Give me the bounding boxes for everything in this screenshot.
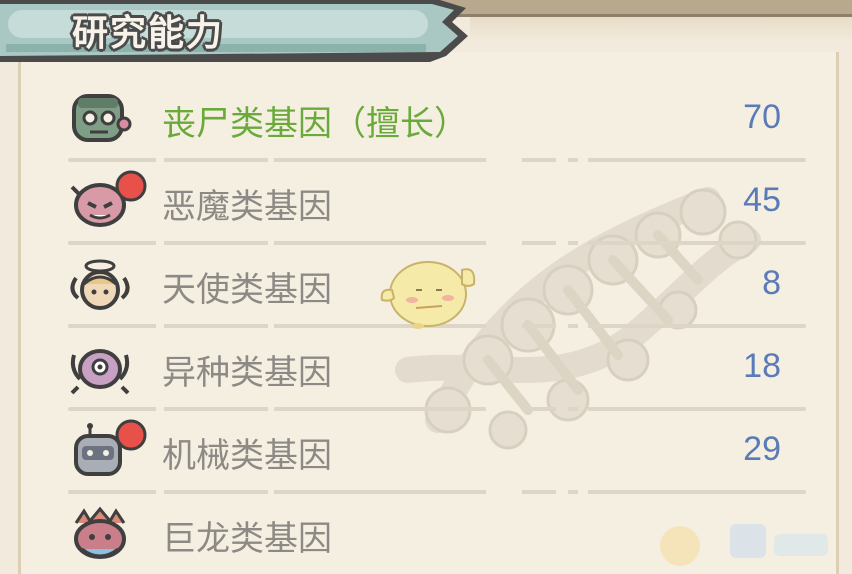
gene-label: 机械类基因 xyxy=(162,436,332,476)
gene-value: 70 xyxy=(743,98,781,136)
row-divider xyxy=(68,490,806,494)
gene-label: 恶魔类基因 xyxy=(162,187,332,227)
header-tab: 研究能力 xyxy=(0,0,468,62)
gene-value: 29 xyxy=(743,430,781,468)
gene-value: 45 xyxy=(743,181,781,219)
row-divider xyxy=(68,407,806,411)
gene-label: 丧尸类基因（擅长） xyxy=(162,104,468,144)
page-title: 研究能力 xyxy=(72,13,225,54)
watermark-logo xyxy=(660,524,828,566)
gene-row-demon: 恶魔类基因 45 xyxy=(62,163,807,245)
gene-row-zombie: 丧尸类基因（擅长） 70 xyxy=(62,80,807,162)
research-ability-panel: 研究能力 丧尸类基因（擅长） 70 恶魔类基因 45 天使类基因 8 异种类基因… xyxy=(0,0,852,574)
row-divider xyxy=(68,158,806,162)
gene-label: 天使类基因 xyxy=(162,270,332,310)
gene-value: 8 xyxy=(762,264,781,302)
alien-icon xyxy=(70,349,130,395)
zombie-icon xyxy=(72,94,132,142)
notice-dot-icon xyxy=(115,170,147,202)
dragon-icon xyxy=(74,506,126,559)
angel-icon xyxy=(70,259,130,310)
chick-mascot-icon xyxy=(380,261,476,329)
header-ribbon xyxy=(0,0,468,62)
gene-row-robot: 机械类基因 29 xyxy=(62,412,807,494)
notice-dot-icon xyxy=(115,419,147,451)
wood-frame-bar xyxy=(440,0,852,17)
gene-value: 18 xyxy=(743,347,781,385)
gene-label: 巨龙类基因 xyxy=(162,519,332,559)
gene-label: 异种类基因 xyxy=(162,353,332,393)
gene-row-alien: 异种类基因 18 xyxy=(62,329,807,411)
frame-shadow xyxy=(470,17,852,43)
